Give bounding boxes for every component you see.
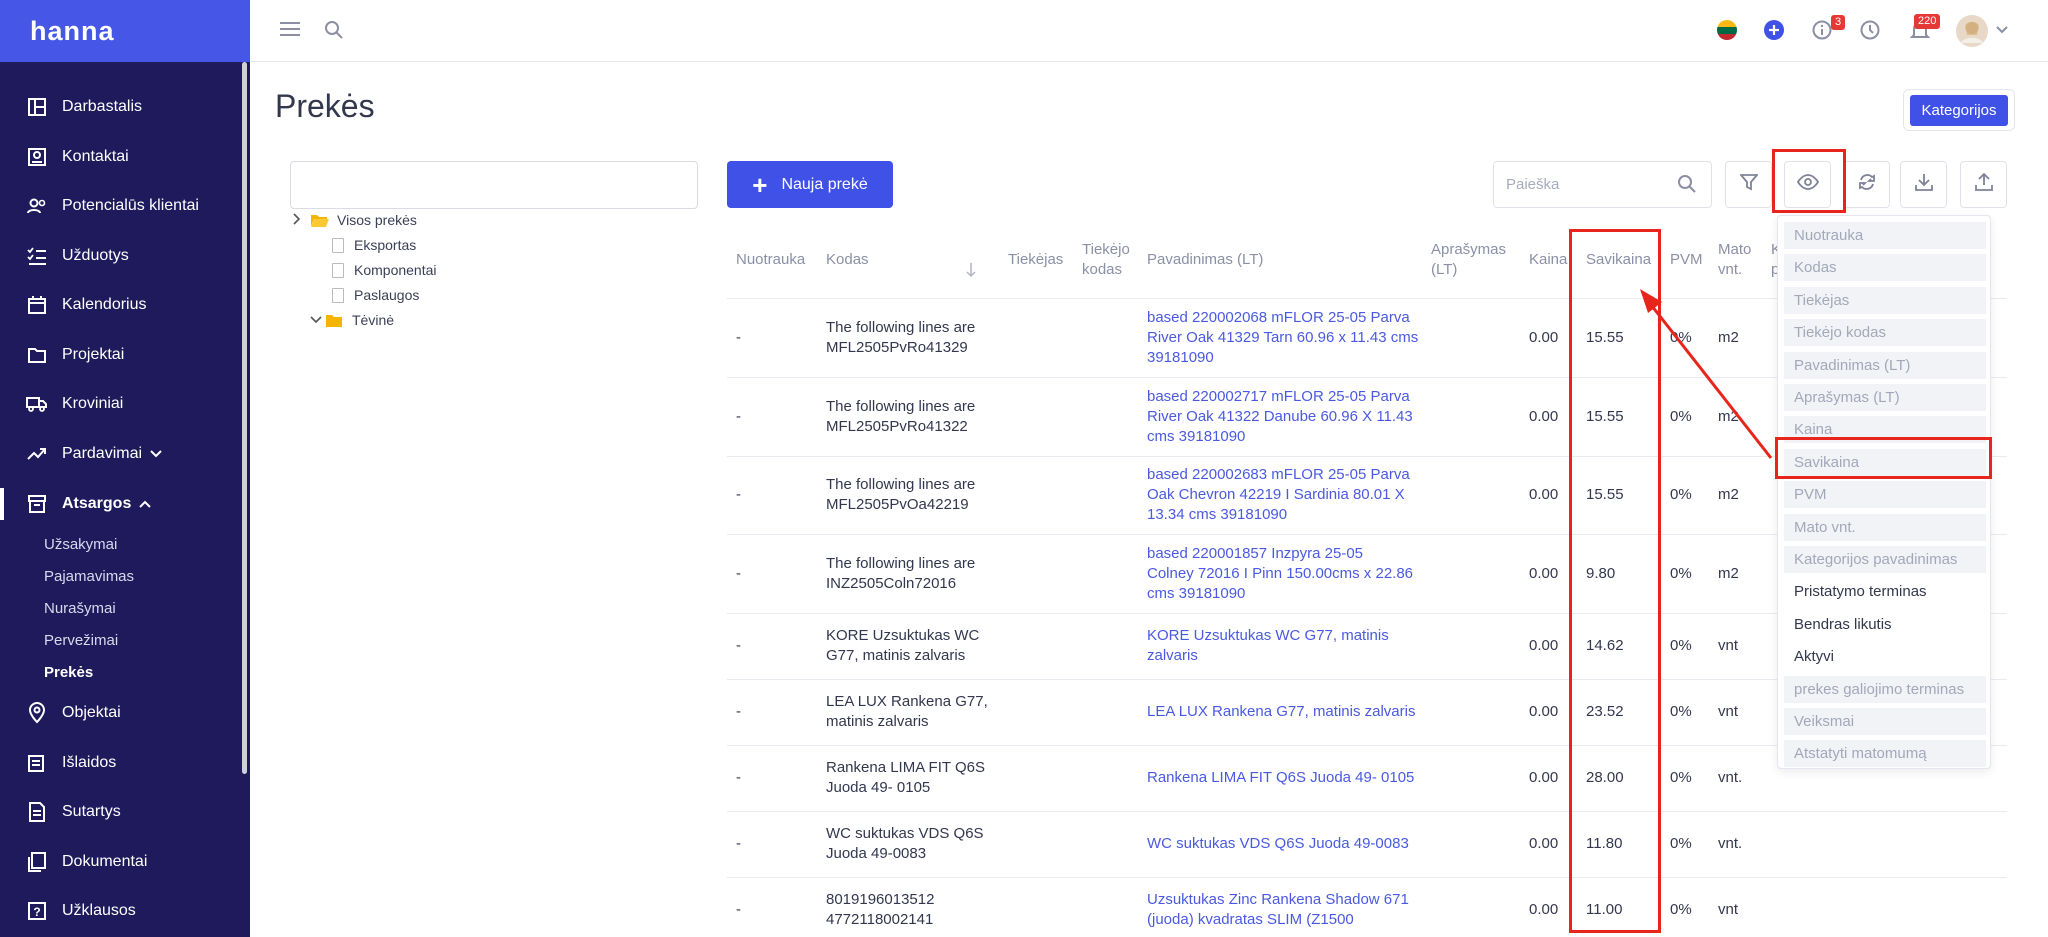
annotation-arrow	[1640, 289, 1773, 459]
